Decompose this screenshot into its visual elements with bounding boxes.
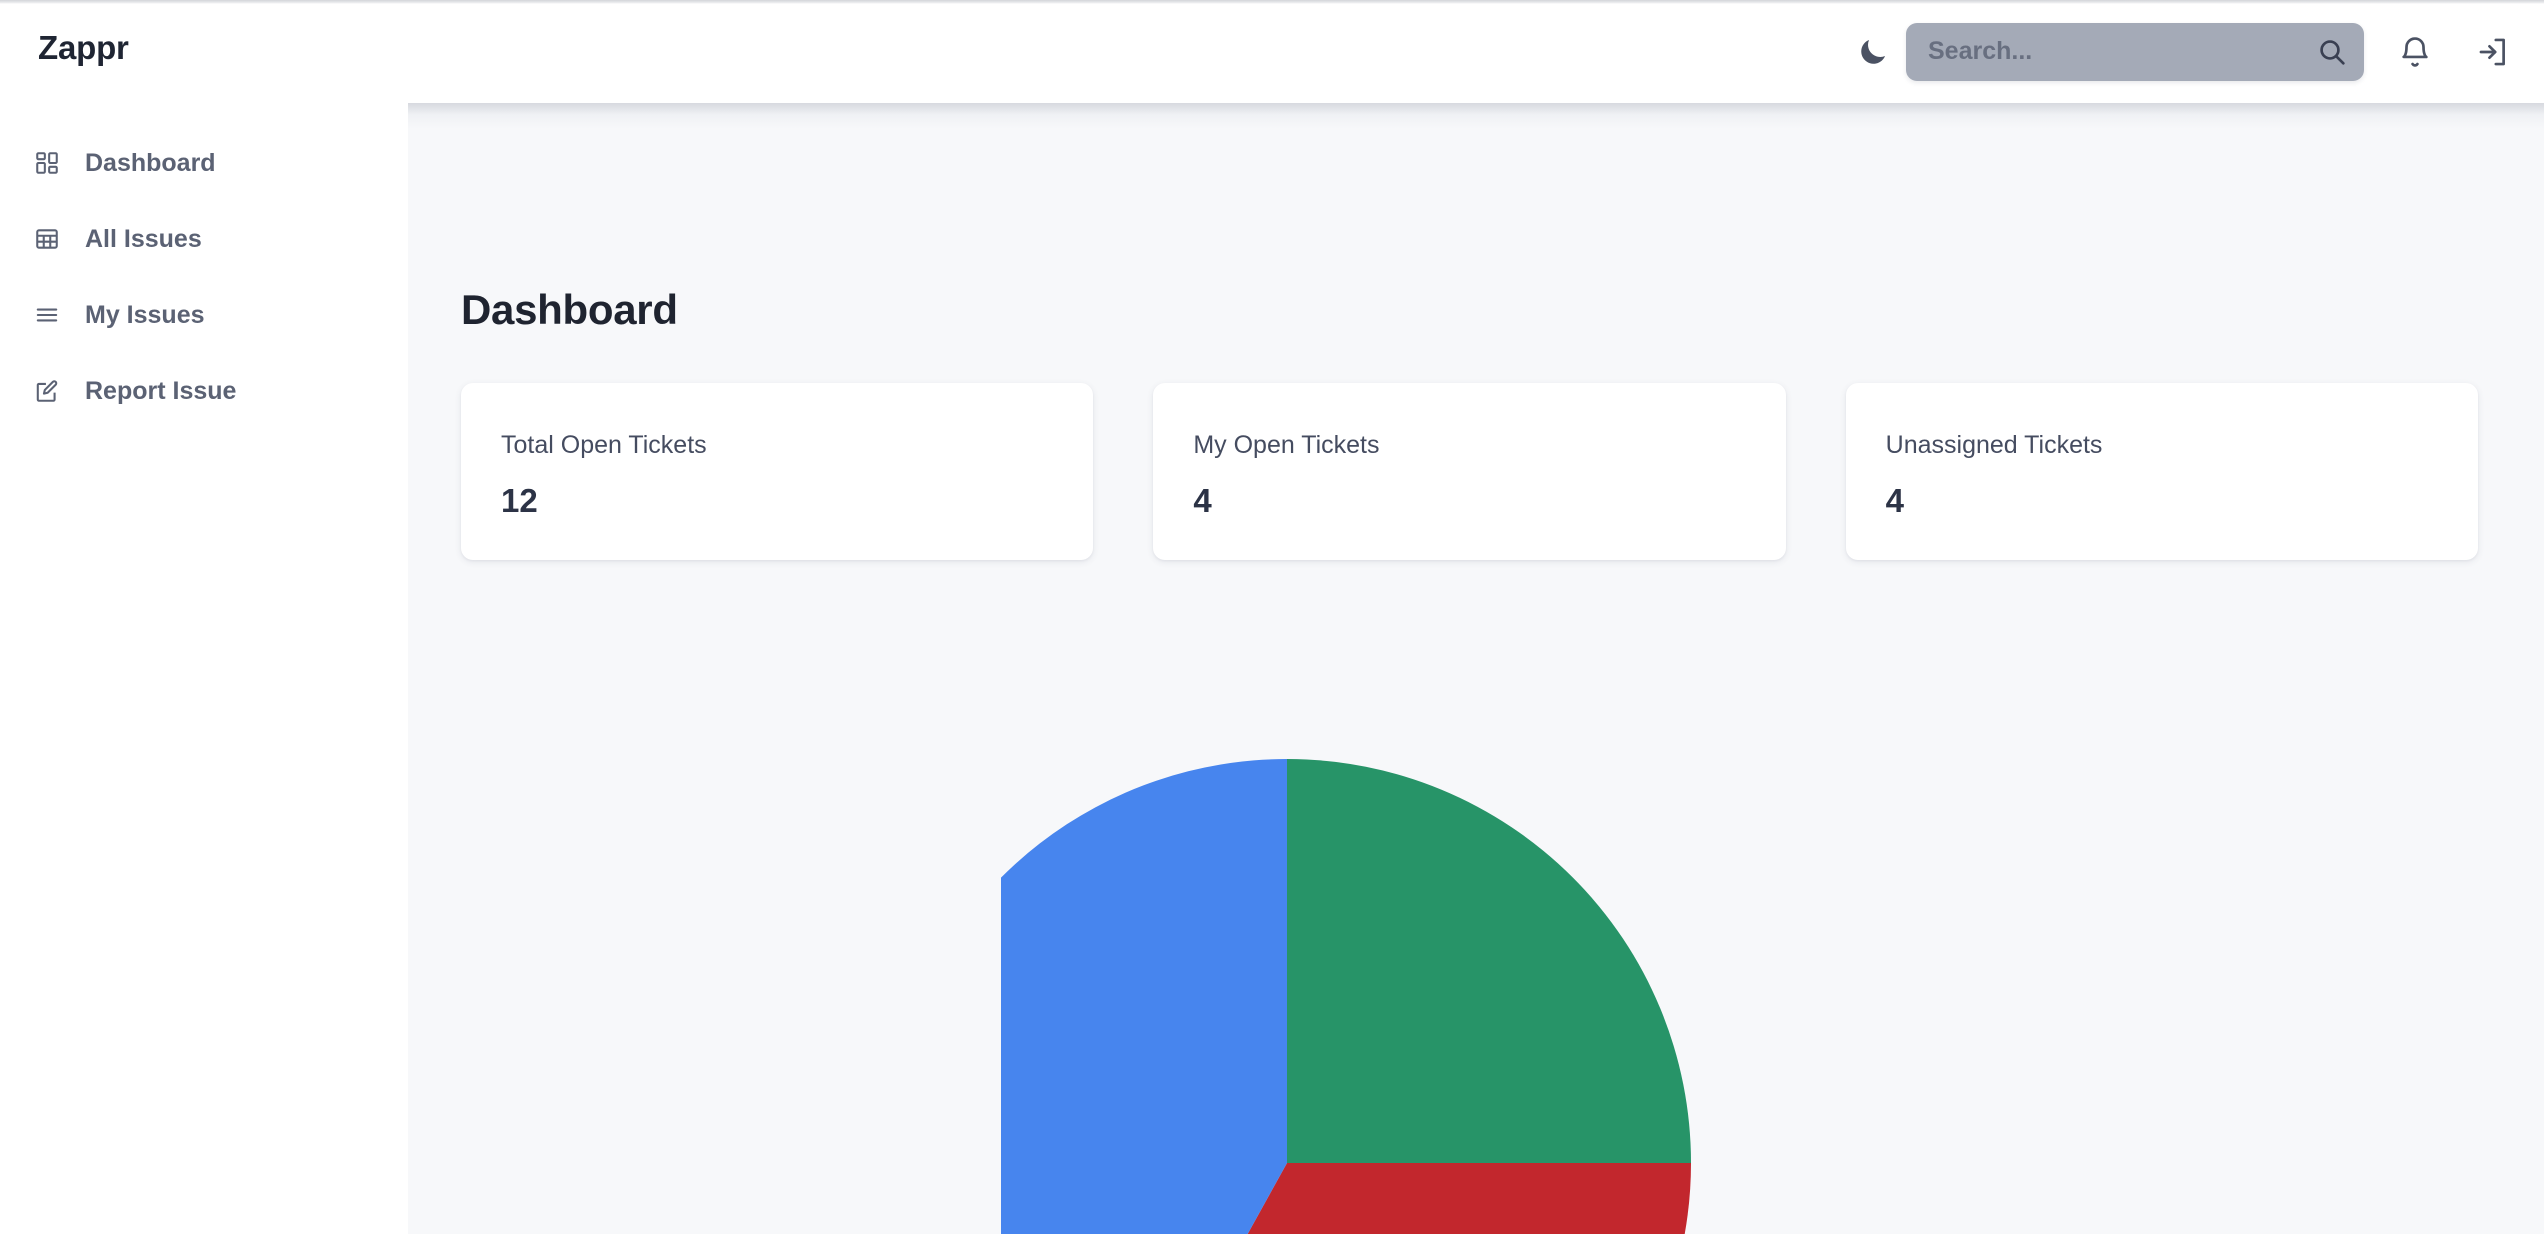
table-icon [32,224,62,254]
ticket-status-pie-chart [408,103,2544,1234]
moon-icon[interactable] [1846,25,1900,79]
stat-card-value: 4 [1193,482,1785,520]
page-title: Dashboard [461,286,678,334]
sidebar-item-dashboard[interactable]: Dashboard [0,125,408,201]
stat-card-value: 4 [1886,482,2478,520]
sidebar-item-report-issue[interactable]: Report Issue [0,353,408,429]
stat-card-total-open-tickets[interactable]: Total Open Tickets 12 [461,383,1093,560]
stat-cards: Total Open Tickets 12 My Open Tickets 4 … [461,383,2478,560]
stat-card-value: 12 [501,482,1093,520]
sidebar-item-my-issues[interactable]: My Issues [0,277,408,353]
content-top-shadow [408,103,2544,129]
sidebar-item-label: Dashboard [85,149,216,178]
layout-grid-icon [32,148,62,178]
sidebar-item-all-issues[interactable]: All Issues [0,201,408,277]
sidebar-item-label: Report Issue [85,377,236,406]
pie-slice[interactable] [1287,759,1691,1163]
main-content: Dashboard Total Open Tickets 12 My Open … [408,103,2544,1234]
top-header: Zappr [0,0,2544,103]
sidebar-item-label: All Issues [85,225,202,254]
logout-icon[interactable] [2464,23,2522,81]
list-lines-icon [32,300,62,330]
sidebar: Dashboard All Issues [0,103,408,1234]
stat-card-my-open-tickets[interactable]: My Open Tickets 4 [1153,383,1785,560]
pencil-square-icon [32,376,62,406]
stat-card-label: My Open Tickets [1193,431,1785,460]
stat-card-unassigned-tickets[interactable]: Unassigned Tickets 4 [1846,383,2478,560]
bell-icon[interactable] [2386,23,2444,81]
search-box[interactable] [1906,23,2364,81]
stat-card-label: Total Open Tickets [501,431,1093,460]
sidebar-item-label: My Issues [85,301,205,330]
app-root: Zappr [0,0,2544,1234]
pie-slice[interactable] [1091,1163,1691,1234]
header-actions [1846,0,2522,103]
search-input[interactable] [1906,23,2364,81]
app-logo[interactable]: Zappr [38,29,129,67]
pie-chart-svg [1001,547,1901,1234]
search-icon[interactable] [2316,36,2348,68]
pie-slice[interactable] [1001,759,1287,1234]
stat-card-label: Unassigned Tickets [1886,431,2478,460]
